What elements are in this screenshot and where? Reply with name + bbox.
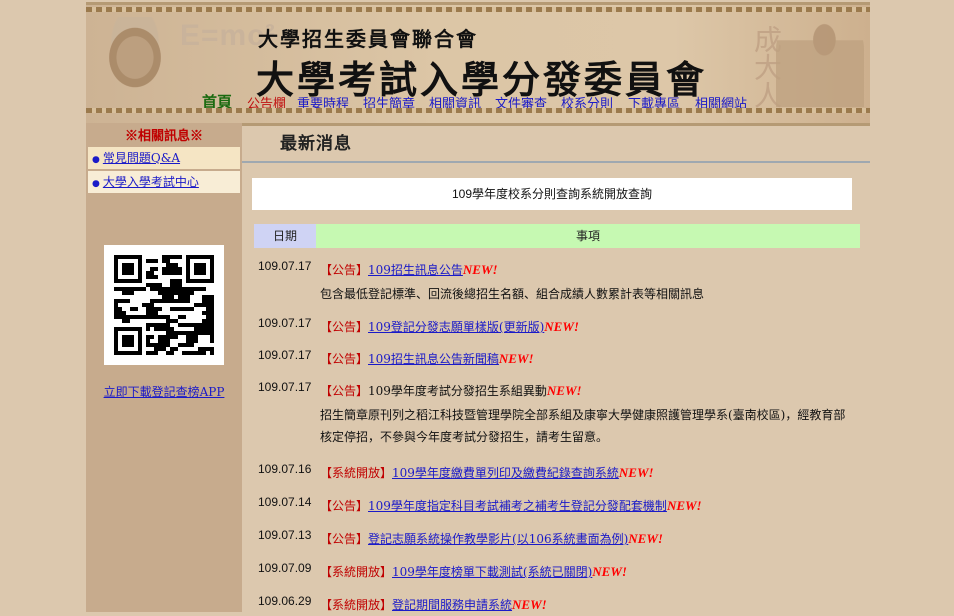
news-title-link[interactable]: 登記志願系統操作教學影片(以106系統畫面為例) bbox=[368, 532, 628, 546]
news-date: 109.07.14 bbox=[258, 495, 312, 509]
einstein-portrait-image bbox=[92, 17, 178, 107]
news-tag: 【公告】 bbox=[320, 532, 369, 546]
header-border-bottom bbox=[86, 108, 870, 113]
news-content: 【公告】109登記分發志願單樣版(更新版)NEW! bbox=[320, 316, 850, 338]
sidebar-item-ceec[interactable]: ● 大學入學考試中心 bbox=[88, 171, 240, 193]
sidebar: ※相關訊息※ ● 常見問題Q&A ● 大學入學考試中心 立即下載登記查榜APP bbox=[86, 123, 242, 612]
sidebar-title: ※相關訊息※ bbox=[124, 129, 203, 144]
news-detail: 包含最低登記標準、回流後總招生名額、組合成績人數累計表等相關訊息 bbox=[320, 287, 705, 301]
page-wrapper: E=mc² 成大人 大學招生委員會聯合會 大學考試入學分發委員會 首頁 公告欄 重要… bbox=[86, 0, 870, 612]
table-header-item: 事項 bbox=[316, 224, 860, 248]
new-badge: NEW! bbox=[544, 319, 579, 334]
news-tag: 【公告】 bbox=[320, 320, 369, 334]
news-date: 109.07.09 bbox=[258, 561, 312, 575]
news-tag: 【公告】 bbox=[320, 499, 369, 513]
news-tag: 【公告】 bbox=[320, 352, 369, 366]
news-title-link[interactable]: 登記期間服務申請系統 bbox=[392, 598, 512, 612]
news-content: 【公告】登記志願系統操作教學影片(以106系統畫面為例)NEW! bbox=[320, 528, 850, 550]
news-title-link[interactable]: 109學年度榜單下載測試(系統已關閉) bbox=[392, 565, 592, 579]
confucius-portrait-image bbox=[776, 11, 864, 107]
news-title: 109學年度考試分發招生系組異動 bbox=[368, 384, 547, 398]
news-tag: 【系統開放】 bbox=[320, 598, 393, 612]
news-content: 【公告】109招生訊息公告新聞稿NEW! bbox=[320, 348, 850, 370]
news-title-link[interactable]: 109登記分發志願單樣版(更新版) bbox=[368, 320, 544, 334]
news-date: 109.07.17 bbox=[258, 259, 312, 273]
news-title-link[interactable]: 109學年度指定科目考試補考之補考生登記分發配套機制 bbox=[368, 499, 667, 513]
news-tag: 【系統開放】 bbox=[320, 565, 393, 579]
main-content: 最新消息 109學年度校系分則查詢系統開放查詢 日期 事項 109.07.17 【… bbox=[242, 123, 870, 612]
news-date: 109.07.17 bbox=[258, 380, 312, 394]
news-content: 【公告】109學年度指定科目考試補考之補考生登記分發配套機制NEW! bbox=[320, 495, 850, 517]
news-content: 【系統開放】109學年度繳費單列印及繳費紀錄查詢系統NEW! bbox=[320, 462, 850, 484]
table-header-date: 日期 bbox=[254, 224, 316, 248]
site-header: E=mc² 成大人 大學招生委員會聯合會 大學考試入學分發委員會 首頁 公告欄 重要… bbox=[86, 2, 870, 126]
news-tag: 【公告】 bbox=[320, 384, 369, 398]
news-content: 【系統開放】109學年度榜單下載測試(系統已關閉)NEW! bbox=[320, 561, 850, 583]
news-title-link[interactable]: 109學年度繳費單列印及繳費紀錄查詢系統 bbox=[392, 466, 619, 480]
news-date: 109.07.17 bbox=[258, 316, 312, 330]
news-content: 【系統開放】登記期間服務申請系統NEW! bbox=[320, 594, 850, 616]
new-badge: NEW! bbox=[512, 597, 547, 612]
sidebar-item-label: 大學入學考試中心 bbox=[102, 175, 199, 189]
news-title-link[interactable]: 109招生訊息公告 bbox=[368, 263, 463, 277]
sidebar-item-faq[interactable]: ● 常見問題Q&A bbox=[88, 147, 240, 169]
news-detail: 招生簡章原刊列之稻江科技暨管理學院全部系組及康寧大學健康照護管理學系(臺南校區)… bbox=[320, 408, 846, 444]
title-divider bbox=[242, 161, 870, 163]
news-date: 109.07.13 bbox=[258, 528, 312, 542]
bullet-icon: ● bbox=[92, 179, 100, 189]
new-badge: NEW! bbox=[498, 351, 534, 366]
new-badge: NEW! bbox=[618, 465, 654, 480]
news-content: 【公告】109招生訊息公告NEW! 包含最低登記標準、回流後總招生名額、組合成績人… bbox=[320, 259, 850, 305]
qr-code-image bbox=[104, 245, 224, 365]
download-app-link[interactable]: 立即下載登記查榜APP bbox=[86, 383, 242, 400]
news-content: 【公告】109學年度考試分發招生系組異動NEW! 招生簡章原刊列之稻江科技暨管理學… bbox=[320, 380, 850, 448]
news-tag: 【公告】 bbox=[320, 263, 369, 277]
news-date: 109.06.29 bbox=[258, 594, 312, 608]
new-badge: NEW! bbox=[628, 531, 663, 546]
news-title-link[interactable]: 109招生訊息公告新聞稿 bbox=[368, 352, 499, 366]
qr-code-icon bbox=[114, 255, 214, 355]
new-badge: NEW! bbox=[592, 564, 627, 579]
new-badge: NEW! bbox=[666, 498, 702, 513]
news-tag: 【系統開放】 bbox=[320, 466, 393, 480]
news-date: 109.07.16 bbox=[258, 462, 312, 476]
org-subtitle: 大學招生委員會聯合會 bbox=[258, 27, 478, 51]
new-badge: NEW! bbox=[462, 262, 498, 277]
news-date: 109.07.17 bbox=[258, 348, 312, 362]
header-border-top bbox=[86, 7, 870, 12]
new-badge: NEW! bbox=[546, 383, 582, 398]
notice-banner: 109學年度校系分則查詢系統開放查詢 bbox=[252, 178, 852, 210]
sidebar-item-label: 常見問題Q&A bbox=[102, 151, 181, 165]
bullet-icon: ● bbox=[92, 155, 100, 165]
page-title: 最新消息 bbox=[280, 134, 352, 154]
